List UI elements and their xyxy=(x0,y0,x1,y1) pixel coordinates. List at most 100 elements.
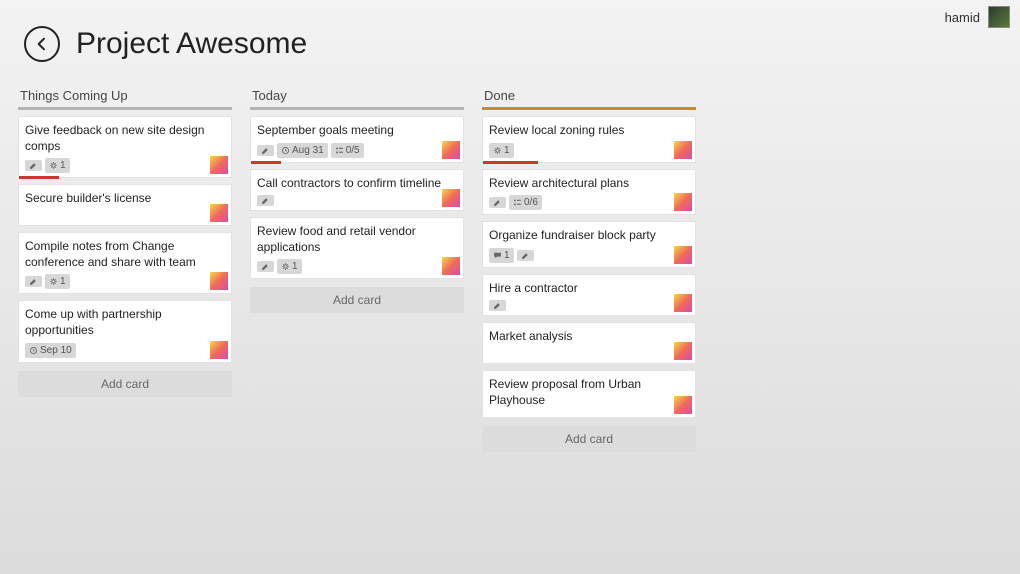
badges: Sep 10 xyxy=(25,343,225,358)
badges: 0/6 xyxy=(489,195,689,210)
comment-badge: 1 xyxy=(489,248,514,263)
member-avatar[interactable] xyxy=(674,342,692,360)
pencil-icon xyxy=(493,301,502,310)
user-avatar[interactable] xyxy=(988,6,1010,28)
card-title: Secure builder's license xyxy=(25,191,225,207)
gear-icon xyxy=(49,277,58,286)
header: Project Awesome xyxy=(0,0,1020,80)
gear-badge: 1 xyxy=(277,259,302,274)
pencil-badge xyxy=(257,261,274,272)
add-card-button[interactable]: Add card xyxy=(482,426,696,452)
back-button[interactable] xyxy=(24,26,60,62)
comment-icon xyxy=(493,251,502,260)
pencil-icon xyxy=(261,146,270,155)
card-title: Organize fundraiser block party xyxy=(489,228,689,244)
list-title: Done xyxy=(482,88,696,110)
gear-badge: 1 xyxy=(489,143,514,158)
pencil-icon xyxy=(29,161,38,170)
member-avatar[interactable] xyxy=(442,189,460,207)
checklist-badge: 0/6 xyxy=(509,195,542,210)
badges xyxy=(489,300,689,311)
pencil-badge xyxy=(257,145,274,156)
member-avatar[interactable] xyxy=(442,257,460,275)
card-title: Call contractors to confirm timeline xyxy=(257,176,457,192)
card[interactable]: Organize fundraiser block party 1 xyxy=(482,221,696,268)
progress-stripe xyxy=(483,161,538,164)
gear-badge: 1 xyxy=(45,274,70,289)
card[interactable]: September goals meeting Aug 310/5 xyxy=(250,116,464,163)
member-avatar[interactable] xyxy=(674,396,692,414)
pencil-badge xyxy=(25,160,42,171)
member-avatar[interactable] xyxy=(674,294,692,312)
member-avatar[interactable] xyxy=(442,141,460,159)
card[interactable]: Review food and retail vendor applicatio… xyxy=(250,217,464,279)
pencil-icon xyxy=(493,198,502,207)
list-title: Today xyxy=(250,88,464,110)
member-avatar[interactable] xyxy=(674,141,692,159)
progress-stripe xyxy=(19,176,59,179)
member-avatar[interactable] xyxy=(674,193,692,211)
gear-icon xyxy=(493,146,502,155)
member-avatar[interactable] xyxy=(210,156,228,174)
card[interactable]: Review architectural plans 0/6 xyxy=(482,169,696,216)
pencil-badge xyxy=(257,195,274,206)
gear-icon xyxy=(281,262,290,271)
checklist-badge: 0/5 xyxy=(331,143,364,158)
list-title: Things Coming Up xyxy=(18,88,232,110)
add-card-button[interactable]: Add card xyxy=(18,371,232,397)
card-title: Review proposal from Urban Playhouse xyxy=(489,377,689,408)
badges: 1 xyxy=(25,158,225,173)
badges: Aug 310/5 xyxy=(257,143,457,158)
card[interactable]: Call contractors to confirm timeline xyxy=(250,169,464,212)
checklist-icon xyxy=(335,146,344,155)
badges: 1 xyxy=(257,259,457,274)
add-card-button[interactable]: Add card xyxy=(250,287,464,313)
member-avatar[interactable] xyxy=(210,341,228,359)
gear-badge: 1 xyxy=(45,158,70,173)
pencil-badge xyxy=(489,197,506,208)
member-avatar[interactable] xyxy=(674,246,692,264)
card-title: Come up with partnership opportunities xyxy=(25,307,225,338)
card-title: Review architectural plans xyxy=(489,176,689,192)
pencil-icon xyxy=(261,262,270,271)
card[interactable]: Hire a contractor xyxy=(482,274,696,317)
list: Done Review local zoning rules1 Review arc… xyxy=(482,88,696,452)
badges: 1 xyxy=(25,274,225,289)
pencil-badge xyxy=(489,300,506,311)
clock-badge: Aug 31 xyxy=(277,143,328,158)
badges xyxy=(257,195,457,206)
pencil-icon xyxy=(261,196,270,205)
member-avatar[interactable] xyxy=(210,272,228,290)
card-title: Review food and retail vendor applicatio… xyxy=(257,224,457,255)
card[interactable]: Secure builder's license xyxy=(18,184,232,226)
card-title: Compile notes from Change conference and… xyxy=(25,239,225,270)
clock-icon xyxy=(29,346,38,355)
progress-stripe xyxy=(251,161,281,164)
card[interactable]: Come up with partnership opportunities Se… xyxy=(18,300,232,362)
board: Things Coming Up Give feedback on new sit… xyxy=(0,80,1020,452)
card[interactable]: Review proposal from Urban Playhouse xyxy=(482,370,696,417)
board-title: Project Awesome xyxy=(76,27,307,61)
card-title: Hire a contractor xyxy=(489,281,689,297)
card[interactable]: Give feedback on new site design comps 1 xyxy=(18,116,232,178)
card[interactable]: Market analysis xyxy=(482,322,696,364)
badges: 1 xyxy=(489,143,689,158)
checklist-icon xyxy=(513,198,522,207)
card[interactable]: Compile notes from Change conference and… xyxy=(18,232,232,294)
card-title: Give feedback on new site design comps xyxy=(25,123,225,154)
list: Today September goals meeting Aug 310/5 Cal… xyxy=(250,88,464,452)
card-title: September goals meeting xyxy=(257,123,457,139)
list: Things Coming Up Give feedback on new sit… xyxy=(18,88,232,452)
card[interactable]: Review local zoning rules1 xyxy=(482,116,696,163)
username: hamid xyxy=(945,10,980,25)
pencil-icon xyxy=(521,251,530,260)
clock-icon xyxy=(281,146,290,155)
card-title: Market analysis xyxy=(489,329,689,345)
back-arrow-icon xyxy=(34,36,50,52)
pencil-icon xyxy=(29,277,38,286)
pencil-badge xyxy=(517,250,534,261)
pencil-badge xyxy=(25,276,42,287)
clock-badge: Sep 10 xyxy=(25,343,76,358)
member-avatar[interactable] xyxy=(210,204,228,222)
user-info[interactable]: hamid xyxy=(945,6,1010,28)
